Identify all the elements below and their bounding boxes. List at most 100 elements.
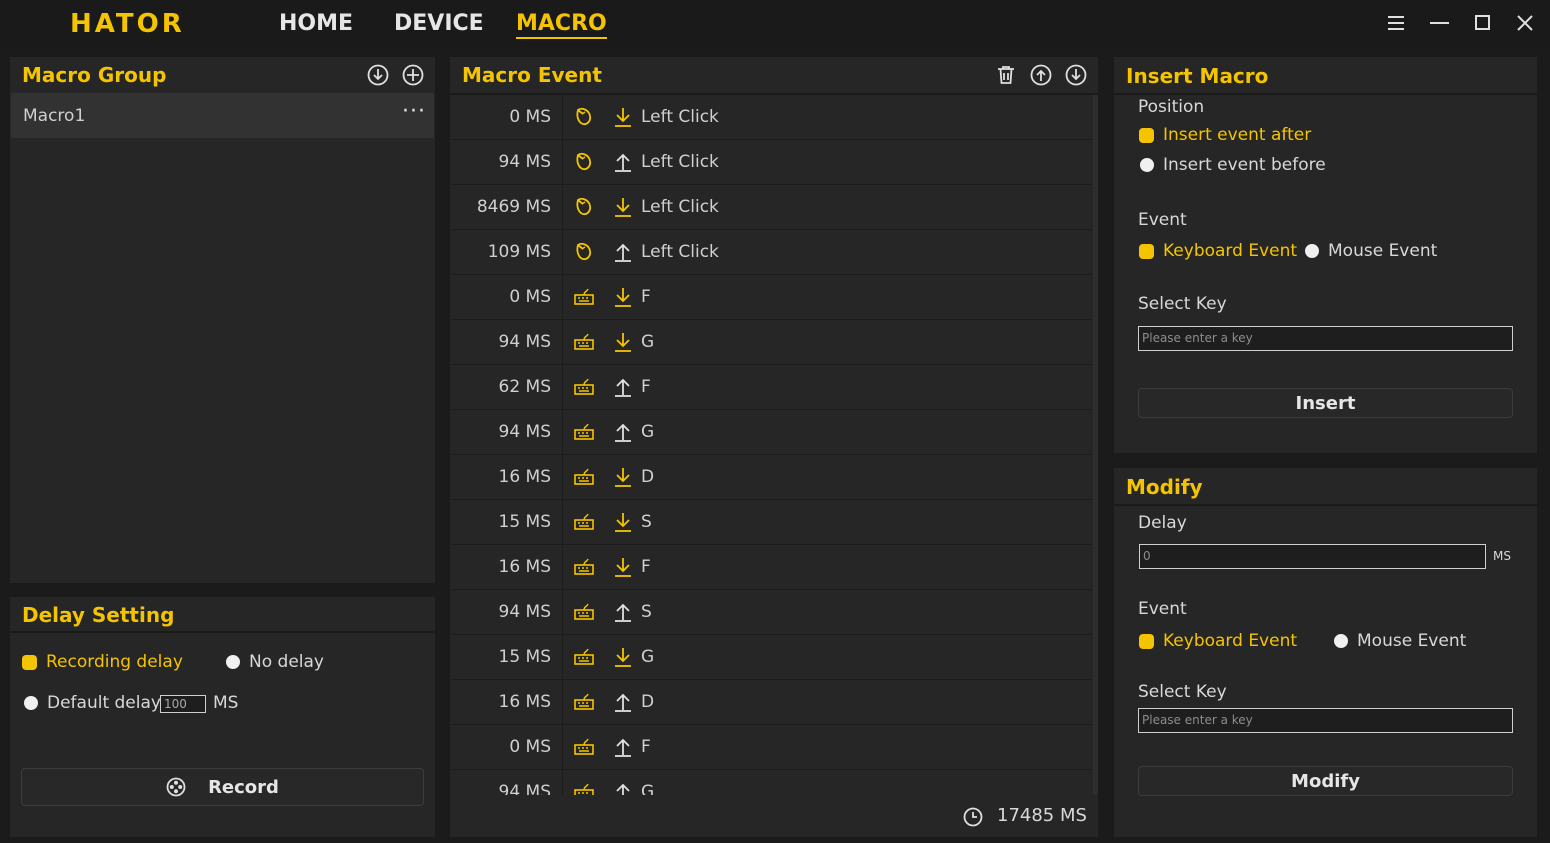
nav-home[interactable]: HOME <box>279 11 353 36</box>
move-up-icon[interactable] <box>1029 63 1053 87</box>
add-macro-icon[interactable] <box>401 63 425 87</box>
mouse-icon <box>573 151 595 173</box>
event-row[interactable]: 16 MS D <box>451 455 1093 500</box>
mouse-icon <box>573 106 595 128</box>
event-delay: 15 MS <box>498 647 552 667</box>
modify-keyboard-event-radio[interactable]: Keyboard Event <box>1139 631 1297 651</box>
event-key: S <box>641 512 652 532</box>
event-delay: 8469 MS <box>476 197 551 217</box>
event-row[interactable]: 15 MS G <box>451 635 1093 680</box>
radio-label: Mouse Event <box>1357 631 1467 651</box>
event-row[interactable]: 94 MS S <box>451 590 1093 635</box>
recording-delay-radio[interactable]: Recording delay <box>22 652 183 672</box>
radio-dot <box>1139 127 1154 143</box>
delay-label: Delay <box>1138 513 1187 533</box>
close-icon[interactable] <box>1510 8 1540 38</box>
event-key: Left Click <box>641 242 719 262</box>
radio-dot <box>22 654 37 670</box>
event-key: Left Click <box>641 152 719 172</box>
key-up-icon <box>613 690 633 714</box>
event-row[interactable]: 94 MS G <box>451 410 1093 455</box>
nav-macro[interactable]: MACRO <box>516 11 607 39</box>
divider <box>562 230 563 275</box>
insert-mouse-event-radio[interactable]: Mouse Event <box>1305 241 1437 261</box>
macro-event-title: Macro Event <box>462 63 602 87</box>
modify-key-input[interactable]: Please enter a key <box>1138 708 1513 733</box>
radio-label: Insert event after <box>1163 125 1312 145</box>
event-row[interactable]: 16 MS F <box>451 545 1093 590</box>
radio-dot <box>1305 244 1319 258</box>
event-row[interactable]: 94 MS G <box>451 320 1093 365</box>
keyboard-icon <box>573 691 595 713</box>
mouse-icon <box>573 241 595 263</box>
event-row[interactable]: 62 MS F <box>451 365 1093 410</box>
event-row[interactable]: 109 MS Left Click <box>451 230 1093 275</box>
divider <box>562 500 563 545</box>
minimize-icon[interactable] <box>1425 8 1455 38</box>
event-delay: 94 MS <box>498 782 552 795</box>
event-delay: 94 MS <box>498 602 552 622</box>
event-row[interactable]: 16 MS D <box>451 680 1093 725</box>
radio-dot <box>1140 158 1154 172</box>
mouse-icon <box>573 196 595 218</box>
no-delay-radio[interactable]: No delay <box>226 652 324 672</box>
import-icon[interactable] <box>366 63 390 87</box>
key-down-icon <box>613 465 633 489</box>
move-down-icon[interactable] <box>1064 63 1088 87</box>
insert-after-radio[interactable]: Insert event after <box>1139 125 1311 145</box>
divider <box>10 631 435 633</box>
keyboard-icon <box>573 556 595 578</box>
modify-button[interactable]: Modify <box>1138 766 1513 796</box>
record-button[interactable]: Record <box>21 768 424 806</box>
nav-device[interactable]: DEVICE <box>394 11 484 36</box>
key-up-icon <box>613 375 633 399</box>
event-row[interactable]: 15 MS S <box>451 500 1093 545</box>
macro-list-item[interactable]: Macro1 ··· <box>11 93 434 138</box>
radio-dot <box>226 655 240 669</box>
keyboard-icon <box>573 601 595 623</box>
event-row[interactable]: 94 MS Left Click <box>451 140 1093 185</box>
event-row[interactable]: 0 MS F <box>451 725 1093 770</box>
default-delay-input[interactable]: 100 <box>160 695 206 713</box>
modify-title: Modify <box>1126 475 1203 499</box>
event-delay: 16 MS <box>498 557 552 577</box>
event-row[interactable]: 0 MS F <box>451 275 1093 320</box>
more-options-icon[interactable]: ··· <box>402 99 426 124</box>
total-time: 17485 MS <box>997 805 1087 826</box>
divider <box>562 140 563 185</box>
divider <box>562 455 563 500</box>
keyboard-icon <box>573 331 595 353</box>
insert-key-input[interactable]: Please enter a key <box>1138 326 1513 351</box>
divider <box>562 365 563 410</box>
event-row[interactable]: 0 MS Left Click <box>451 95 1093 140</box>
insert-before-radio[interactable]: Insert event before <box>1140 155 1326 175</box>
divider <box>562 635 563 680</box>
insert-keyboard-event-radio[interactable]: Keyboard Event <box>1139 241 1297 261</box>
divider <box>1114 93 1537 95</box>
event-delay: 62 MS <box>498 377 552 397</box>
event-key: S <box>641 602 652 622</box>
event-key: F <box>641 557 651 577</box>
maximize-icon[interactable] <box>1468 8 1498 38</box>
event-key: G <box>641 647 655 667</box>
event-row[interactable]: 8469 MS Left Click <box>451 185 1093 230</box>
key-up-icon <box>613 780 633 795</box>
delete-icon[interactable] <box>994 63 1018 87</box>
clock-icon <box>962 806 984 828</box>
event-key: F <box>641 737 651 757</box>
event-key: G <box>641 332 655 352</box>
insert-macro-title: Insert Macro <box>1126 64 1269 88</box>
radio-dot <box>1334 634 1348 648</box>
modify-mouse-event-radio[interactable]: Mouse Event <box>1334 631 1466 651</box>
default-delay-radio[interactable]: Default delay <box>24 693 161 713</box>
menu-icon[interactable] <box>1382 8 1412 38</box>
insert-button[interactable]: Insert <box>1138 388 1513 418</box>
event-list-scrollbar[interactable] <box>1093 95 1098 795</box>
event-row[interactable]: 94 MS G <box>451 770 1093 795</box>
delay-input[interactable]: 0 <box>1139 544 1486 569</box>
key-up-icon <box>613 150 633 174</box>
divider <box>1114 504 1537 506</box>
macro-event-list[interactable]: 0 MS Left Click 94 MS Left Click 8469 MS Left… <box>451 95 1093 795</box>
divider <box>562 545 563 590</box>
event-delay: 0 MS <box>509 107 551 127</box>
